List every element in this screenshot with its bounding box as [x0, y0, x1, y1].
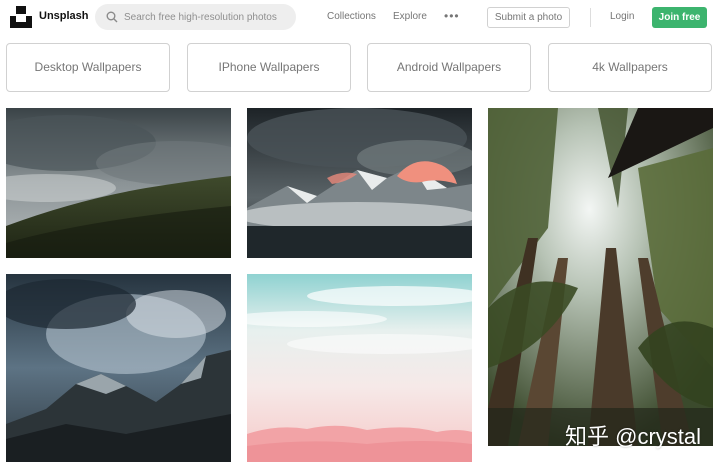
- submit-photo-button[interactable]: Submit a photo: [487, 7, 570, 28]
- ellipsis-icon[interactable]: •••: [444, 10, 460, 22]
- search-bar[interactable]: [95, 4, 296, 30]
- logo-text[interactable]: Unsplash: [39, 10, 89, 22]
- top-nav-bar: Unsplash Collections Explore ••• Submit …: [0, 0, 720, 34]
- collection-android-wallpapers[interactable]: Android Wallpapers: [367, 43, 531, 92]
- collection-4k-wallpapers[interactable]: 4k Wallpapers: [548, 43, 712, 92]
- photo-pastel-pink-sky[interactable]: [247, 274, 472, 462]
- join-free-button[interactable]: Join free: [652, 7, 707, 28]
- nav-explore-link[interactable]: Explore: [393, 11, 427, 22]
- search-icon: [106, 11, 118, 23]
- login-link[interactable]: Login: [610, 11, 634, 22]
- nav-collections-link[interactable]: Collections: [327, 11, 376, 22]
- photo-green-hill[interactable]: [6, 108, 231, 258]
- photo-tall-pine-trees[interactable]: [488, 108, 713, 446]
- collection-desktop-wallpapers[interactable]: Desktop Wallpapers: [6, 43, 170, 92]
- collection-iphone-wallpapers[interactable]: IPhone Wallpapers: [187, 43, 351, 92]
- header-divider: [590, 8, 591, 27]
- search-input[interactable]: [124, 8, 290, 26]
- unsplash-page: Unsplash Collections Explore ••• Submit …: [0, 0, 720, 465]
- watermark-text: 知乎 @crystal: [565, 424, 702, 449]
- photo-snow-mountain-sunset[interactable]: [247, 108, 472, 258]
- unsplash-logo-icon[interactable]: [10, 6, 32, 28]
- photo-dark-mountain-peaks[interactable]: [6, 274, 231, 462]
